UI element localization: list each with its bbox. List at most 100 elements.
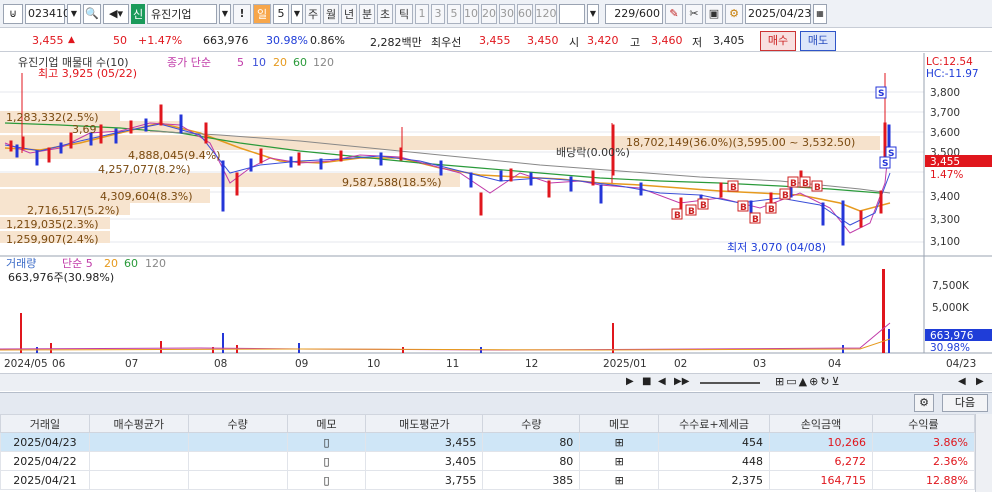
stock-name-field[interactable]: 유진기업 <box>147 3 217 24</box>
table-row[interactable]: 2025/04/22 ▯ 3,405 80 ⊞ 448 6,272 2.36% <box>0 451 976 471</box>
col-fee[interactable]: 수수료+제세금 <box>658 414 771 433</box>
memo-add-icon[interactable]: ⊞ <box>579 432 660 452</box>
col-buy-qty[interactable]: 수량 <box>187 414 288 433</box>
price-chart[interactable]: B BBB BBBB BBB SSS 유진기업 매물대 수(10) 종가 단순 5… <box>0 53 992 373</box>
buy-button[interactable]: 매수 <box>760 31 796 51</box>
col-date[interactable]: 거래일 <box>0 414 90 433</box>
vol-ma-20: 20 <box>104 257 118 270</box>
period-dropdown-icon[interactable]: ▼ <box>291 3 303 24</box>
svg-text:S: S <box>878 89 884 99</box>
scroll-left-icon[interactable]: ◀ <box>958 376 966 387</box>
col-sell-avg[interactable]: 매도평균가 <box>365 414 484 433</box>
tab-tick[interactable]: 틱 <box>395 3 413 24</box>
vol-ma-label: 단순 5 <box>62 257 93 270</box>
lc-label: LC:12.54 <box>926 56 973 68</box>
date-tick-10: 03 <box>753 358 766 370</box>
save-icon[interactable]: ▣ <box>705 3 723 24</box>
col-pnl[interactable]: 손익금액 <box>769 414 873 433</box>
count-field[interactable]: 229/600 <box>605 3 663 24</box>
memo-add-icon[interactable]: ⊞ <box>579 451 660 471</box>
tab-week[interactable]: 주 <box>305 3 321 24</box>
speaker-icon[interactable]: ◀▾ <box>103 3 129 24</box>
interval-3[interactable]: 3 <box>431 3 445 24</box>
current-price-tag: 3,455 <box>930 156 960 168</box>
tab-day[interactable]: 일 <box>253 3 271 24</box>
memo-icon[interactable]: ▯ <box>286 451 367 471</box>
interval-120[interactable]: 120 <box>535 3 557 24</box>
col-sell-qty[interactable]: 수량 <box>482 414 581 433</box>
play-icon[interactable]: ▶ <box>626 376 634 387</box>
sell-button[interactable]: 매도 <box>800 31 836 51</box>
volume: 663,976 <box>203 34 249 47</box>
memo-icon[interactable]: ▯ <box>286 470 367 490</box>
interval-5[interactable]: 5 <box>447 3 461 24</box>
tab-month[interactable]: 월 <box>323 3 339 24</box>
memo-icon[interactable]: ▯ <box>286 432 367 452</box>
vp-label-9: 1,259,907(2.4%) <box>6 233 99 246</box>
alert-icon[interactable]: ! <box>233 3 251 24</box>
calendar-icon[interactable]: ▦ <box>813 3 827 24</box>
row-sell-avg: 3,755 <box>365 470 484 490</box>
scissors-icon[interactable]: ✂ <box>685 3 703 24</box>
table-scrollbar[interactable] <box>975 414 992 492</box>
high-label: 고 <box>630 36 641 49</box>
ma-120-label: 120 <box>313 56 334 69</box>
gear-icon[interactable]: ⚙ <box>725 3 743 24</box>
stock-code-input[interactable]: 023410 <box>25 3 70 24</box>
draw-tool-icon[interactable]: ✎ <box>665 3 683 24</box>
row-fee: 448 <box>658 451 771 471</box>
interval-60[interactable]: 60 <box>517 3 533 24</box>
turnover-rate: 0.86% <box>310 34 345 47</box>
interval-dropdown-icon[interactable]: ▼ <box>587 3 599 24</box>
tab-minute[interactable]: 분 <box>359 3 375 24</box>
interval-10[interactable]: 10 <box>463 3 479 24</box>
count-total: /600 <box>635 7 660 20</box>
scroll-right-icon[interactable]: ▶ <box>976 376 984 387</box>
vol-title: 거래량 <box>6 257 36 270</box>
drawing-tools-icon[interactable]: ⊞▭▲⊕↻⊻ <box>775 375 842 388</box>
quote-bar: 3,455 ▲ 50 +1.47% 663,976 30.98% 0.86% 2… <box>0 30 992 52</box>
menu-icon[interactable]: ⊍ <box>3 3 23 24</box>
price-tick-3: 3,600 <box>930 127 960 139</box>
row-qty: 385 <box>482 470 581 490</box>
rewind-icon[interactable]: ◀ <box>658 376 666 387</box>
date-tick-5: 10 <box>367 358 380 370</box>
ma-label: 종가 단순 <box>167 56 211 69</box>
zoom-slider[interactable] <box>700 382 760 384</box>
interval-1[interactable]: 1 <box>415 3 429 24</box>
row-pnl: 10,266 <box>769 432 873 452</box>
row-date: 2025/04/22 <box>0 451 90 471</box>
interval-20[interactable]: 20 <box>481 3 497 24</box>
svg-text:B: B <box>752 215 759 225</box>
interval-input[interactable] <box>559 3 585 24</box>
row-pnl: 6,272 <box>769 451 873 471</box>
col-buy-memo[interactable]: 메모 <box>286 414 367 433</box>
date-tick-4: 09 <box>295 358 308 370</box>
col-buy-avg[interactable]: 매수평균가 <box>88 414 189 433</box>
row-sell-avg: 3,455 <box>365 432 484 452</box>
col-sell-memo[interactable]: 메모 <box>579 414 660 433</box>
col-rate[interactable]: 수익률 <box>871 414 976 433</box>
tab-second[interactable]: 초 <box>377 3 393 24</box>
table-row[interactable]: 2025/04/23 ▯ 3,455 80 ⊞ 454 10,266 3.86% <box>0 432 976 452</box>
code-dropdown-icon[interactable]: ▼ <box>67 3 81 24</box>
fast-forward-icon[interactable]: ▶▶ <box>674 376 689 387</box>
search-icon[interactable]: 🔍 <box>83 3 101 24</box>
row-qty: 80 <box>482 451 581 471</box>
row-rate: 3.86% <box>871 432 976 452</box>
period-n-input[interactable]: 5 <box>273 3 289 24</box>
trade-amount: 2,282백만 <box>370 36 422 49</box>
table-row[interactable]: 2025/04/21 ▯ 3,755 385 ⊞ 2,375 164,715 1… <box>0 470 976 490</box>
interval-30[interactable]: 30 <box>499 3 515 24</box>
high-price: 3,460 <box>651 34 683 47</box>
stop-icon[interactable]: ■ <box>642 376 651 387</box>
date-input[interactable]: 2025/04/23 <box>745 3 811 24</box>
name-dropdown-icon[interactable]: ▼ <box>219 3 231 24</box>
date-tick-2: 07 <box>125 358 138 370</box>
next-button[interactable]: 다음 <box>942 394 988 412</box>
vp-label-peak: 18,702,149(36.0%)(3,595.00 ~ 3,532.50) <box>626 136 855 149</box>
memo-add-icon[interactable]: ⊞ <box>579 470 660 490</box>
gear-icon[interactable]: ⚙ <box>914 394 934 412</box>
tab-year[interactable]: 년 <box>341 3 357 24</box>
ma-60-label: 60 <box>293 56 307 69</box>
